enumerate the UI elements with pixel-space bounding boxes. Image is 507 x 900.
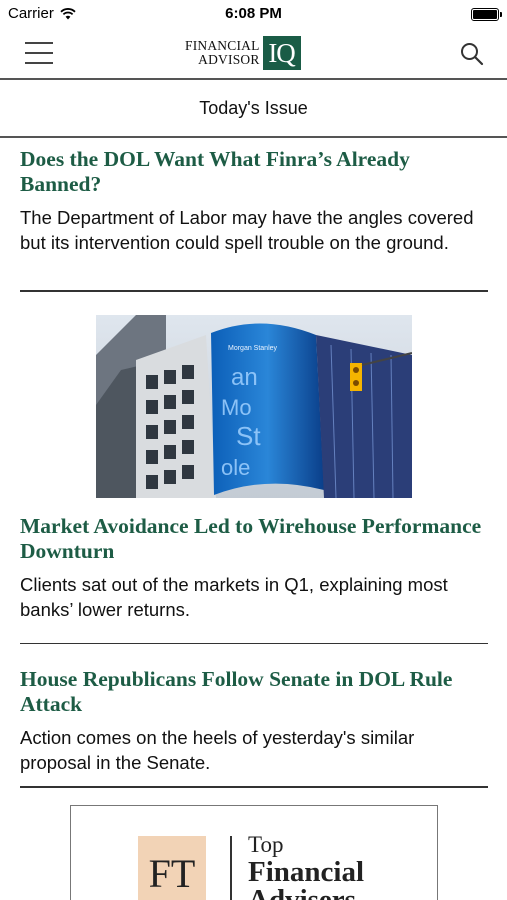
status-time: 6:08 PM xyxy=(225,5,282,22)
article-summary: Clients sat out of the markets in Q1, ex… xyxy=(20,574,448,620)
hamburger-menu-icon[interactable] xyxy=(25,42,53,64)
article-summary: The Department of Labor may have the ang… xyxy=(20,207,474,253)
ad-text: Top Financial Advisers xyxy=(248,832,364,900)
status-bar: Carrier 6:08 PM xyxy=(0,0,507,28)
section-title: Today's Issue xyxy=(0,80,507,138)
divider xyxy=(20,786,488,788)
logo-wordmark: FINANCIAL ADVISOR xyxy=(185,39,260,67)
ad-line-1: Top xyxy=(248,832,284,857)
logo-line-2: ADVISOR xyxy=(198,52,260,67)
article-headline[interactable]: Market Avoidance Led to Wirehouse Perfor… xyxy=(20,514,488,564)
article-item[interactable]: House Republicans Follow Senate in DOL R… xyxy=(20,667,488,775)
svg-text:St: St xyxy=(236,421,261,451)
article-image[interactable]: Morgan Stanley an Mo St ole xyxy=(96,315,412,498)
svg-text:an: an xyxy=(231,364,258,391)
ad-line-3: Advisers xyxy=(248,884,356,900)
ad-line-2: Financial xyxy=(248,856,365,888)
divider xyxy=(20,643,488,644)
ad-separator xyxy=(230,836,232,900)
article-item[interactable]: Does the DOL Want What Finra’s Already B… xyxy=(20,147,488,255)
divider xyxy=(20,290,488,292)
article-item[interactable]: Market Avoidance Led to Wirehouse Perfor… xyxy=(20,514,488,622)
building-photo: Morgan Stanley an Mo St ole xyxy=(96,315,412,498)
search-icon[interactable] xyxy=(459,41,485,67)
svg-text:ole: ole xyxy=(221,455,250,480)
ft-top-advisers-banner[interactable]: FT Top Financial Advisers xyxy=(70,805,438,900)
logo-line-1: FINANCIAL xyxy=(185,38,260,53)
sign-text: Morgan Stanley xyxy=(228,345,278,352)
nav-bar: FINANCIAL ADVISOR IQ xyxy=(0,28,507,80)
article-headline[interactable]: House Republicans Follow Senate in DOL R… xyxy=(20,667,488,717)
financial-advisor-iq-logo[interactable]: FINANCIAL ADVISOR IQ xyxy=(185,36,301,70)
article-headline[interactable]: Does the DOL Want What Finra’s Already B… xyxy=(20,147,488,197)
svg-text:Mo: Mo xyxy=(221,395,252,420)
article-summary: Action comes on the heels of yesterday's… xyxy=(20,727,415,773)
battery-icon xyxy=(471,8,502,21)
ft-logo: FT xyxy=(138,836,206,900)
logo-iq-mark: IQ xyxy=(262,36,301,70)
